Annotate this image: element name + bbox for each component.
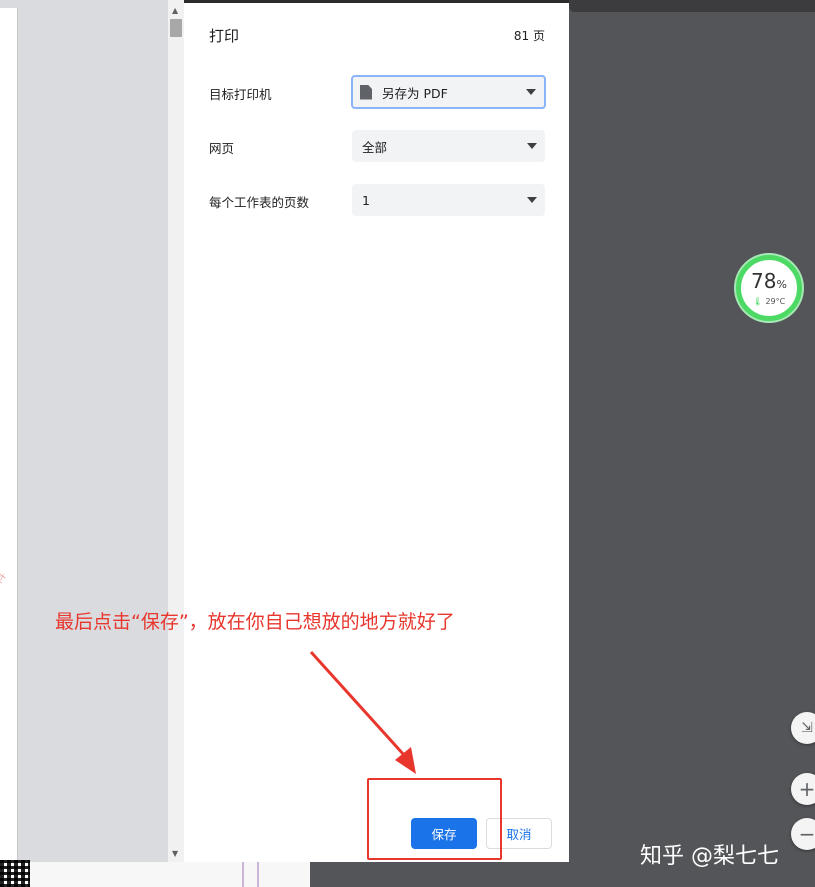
pages-per-sheet-value: 1	[362, 192, 370, 208]
fit-page-button[interactable]: ⇲	[791, 712, 815, 744]
scroll-up-arrow-icon[interactable]: ▲	[172, 6, 178, 15]
print-preview-area	[0, 0, 168, 887]
page-count: 81 页	[513, 29, 545, 43]
chevron-down-icon	[526, 89, 536, 95]
annotation-highlight-box	[367, 778, 502, 860]
annotation-text: 最后点击“保存”，放在你自己想放的地方就好了	[55, 611, 455, 633]
memory-usage-gauge[interactable]: 78% 🌡 29°C	[736, 255, 802, 321]
print-dialog: 打印 81 页 目标打印机 另存为 PDF 网页 全部 每个工作表的页数 1 保…	[184, 0, 569, 862]
pages-value: 全部	[362, 139, 388, 155]
pages-label: 网页	[209, 141, 235, 156]
gauge-temperature: 🌡 29°C	[752, 296, 786, 306]
pages-per-sheet-label: 每个工作表的页数	[209, 195, 310, 210]
minus-icon: −	[798, 822, 815, 846]
dialog-title: 打印	[209, 27, 240, 45]
gauge-value: 78%	[751, 268, 787, 293]
pages-select[interactable]: 全部	[352, 130, 545, 162]
preview-line	[242, 862, 244, 887]
chevron-down-icon	[527, 143, 537, 149]
preview-line	[257, 862, 259, 887]
destination-label: 目标打印机	[209, 87, 272, 102]
preview-page-sheet-bottom	[0, 862, 310, 887]
preview-scrollbar[interactable]	[168, 0, 184, 862]
destination-select[interactable]: 另存为 PDF	[351, 75, 546, 109]
zoom-in-button[interactable]: +	[791, 773, 815, 805]
scrollbar-thumb[interactable]	[170, 19, 182, 37]
brand-watermark: 知乎 @梨七七	[640, 844, 779, 869]
qr-code-fragment	[0, 860, 30, 887]
browser-top-strip	[569, 0, 815, 12]
destination-value: 另存为 PDF	[382, 85, 448, 101]
preview-page-sheet	[0, 8, 18, 862]
plus-icon: +	[798, 777, 815, 801]
chevron-down-icon	[527, 197, 537, 203]
pages-per-sheet-select[interactable]: 1	[352, 184, 545, 216]
thermometer-icon: 🌡	[752, 296, 763, 306]
fit-page-icon: ⇲	[801, 720, 813, 736]
scroll-down-arrow-icon[interactable]: ▼	[172, 849, 178, 858]
document-icon	[360, 84, 372, 100]
zoom-out-button[interactable]: −	[791, 818, 815, 850]
